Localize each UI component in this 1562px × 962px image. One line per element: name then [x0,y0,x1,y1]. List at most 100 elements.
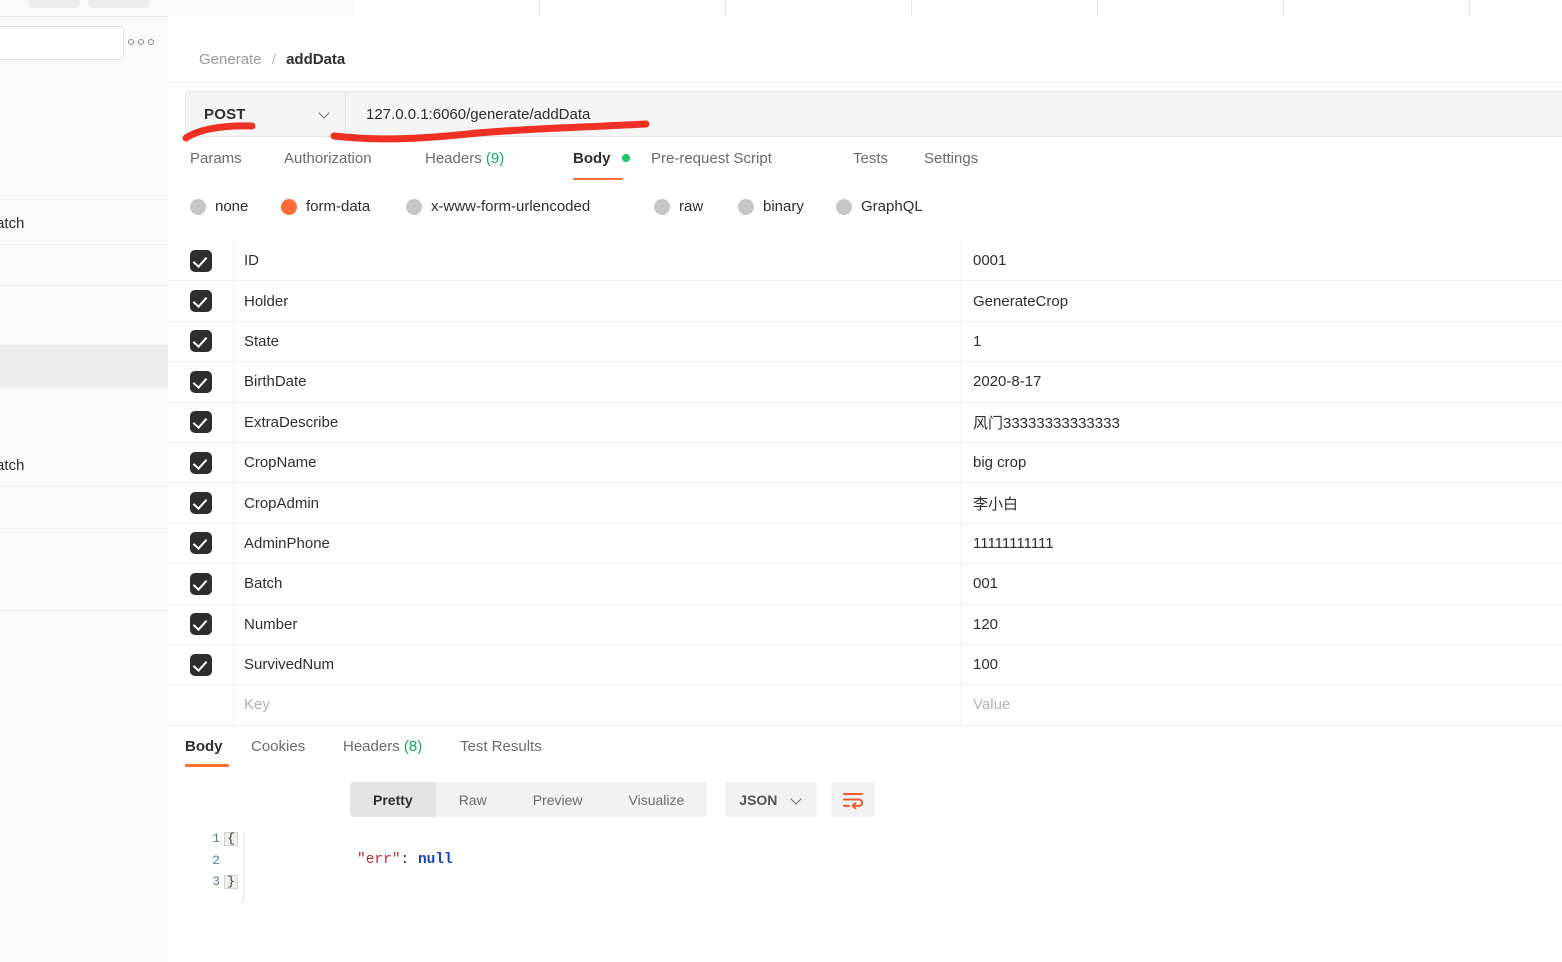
response-tab-cookies[interactable]: Cookies [251,738,305,755]
value-input[interactable]: 1 [961,322,1562,361]
sidebar-list-item[interactable]: Batch [0,444,168,486]
checkbox-checked-icon [189,653,212,676]
row-enabled-checkbox[interactable] [168,483,234,523]
active-tab-indicator [573,178,623,180]
table-row[interactable]: ID 0001 [168,241,1562,282]
tab-tests[interactable]: Tests [853,150,888,167]
key-input[interactable]: ExtraDescribe [234,402,961,442]
row-enabled-checkbox[interactable] [168,604,234,644]
table-row[interactable]: BirthDate 2020-8-17 [168,362,1562,403]
chevron-down-icon [791,794,803,806]
row-enabled-checkbox-placeholder [168,685,234,725]
table-row[interactable]: CropName big crop [168,442,1562,484]
table-row[interactable]: AdminPhone 11111111111 [168,523,1562,565]
value-input[interactable]: 李小白 [961,483,1562,522]
value-input[interactable]: 11111111111 [961,524,1562,563]
open-request-tab[interactable] [1098,0,1284,16]
view-pretty-button[interactable]: Pretty [350,782,436,817]
row-enabled-checkbox[interactable] [168,523,234,564]
row-enabled-checkbox[interactable] [168,402,234,442]
value-input[interactable]: 100 [961,645,1562,684]
sidebar-search-input[interactable] [0,26,124,60]
response-body-viewer[interactable]: 1 { 2 "err": null 3 } [180,828,1562,908]
view-raw-button[interactable]: Raw [436,782,510,817]
value-input[interactable]: 风门33333333333333 [961,403,1562,442]
more-horizontal-icon[interactable] [128,36,154,48]
response-tab-body[interactable]: Body [185,738,223,755]
key-input[interactable]: BirthDate [234,362,961,402]
response-tab-test-results[interactable]: Test Results [460,738,542,755]
table-row[interactable]: ExtraDescribe 风门33333333333333 [168,402,1562,443]
value-input[interactable]: 2020-8-17 [961,362,1562,401]
table-row[interactable]: Batch 001 [168,564,1562,605]
divider [0,486,168,487]
line-number: 3 [212,874,220,890]
key-input[interactable]: AdminPhone [234,523,961,564]
open-request-tab[interactable] [1470,0,1562,16]
radio-raw[interactable]: raw [654,198,703,215]
tab-pre-request-script[interactable]: Pre-request Script [651,150,772,167]
code-fold-marker[interactable]: { [220,831,242,846]
open-request-tab[interactable] [540,0,726,16]
view-preview-button[interactable]: Preview [510,782,606,817]
value-input-placeholder[interactable]: Value [961,685,1562,724]
key-input[interactable]: CropName [234,442,961,483]
open-request-tab[interactable] [726,0,912,16]
key-input[interactable]: ID [234,241,961,281]
value-input[interactable]: 0001 [961,241,1562,280]
view-visualize-button[interactable]: Visualize [606,782,708,817]
http-method-selector[interactable]: POST [186,92,346,136]
sidebar-item-label: Batch [0,214,25,232]
value-input[interactable]: big crop [961,443,1562,482]
response-tab-headers[interactable]: Headers (8) [343,738,422,755]
row-enabled-checkbox[interactable] [168,362,234,402]
divider [0,610,168,611]
divider [0,244,168,245]
sidebar-list-item[interactable]: Batch [0,202,168,244]
row-enabled-checkbox[interactable] [168,644,234,685]
table-row[interactable]: Holder GenerateCrop [168,281,1562,322]
value-input[interactable]: 120 [961,605,1562,644]
table-row[interactable]: State 1 [168,321,1562,363]
value-input[interactable]: GenerateCrop [961,281,1562,320]
value-input[interactable]: 001 [961,564,1562,603]
sidebar-tab-chip[interactable] [88,0,150,8]
radio-form-data[interactable]: form-data [281,198,370,215]
word-wrap-button[interactable] [831,782,876,817]
radio-binary[interactable]: binary [738,198,804,215]
code-fold-marker[interactable]: } [220,874,242,889]
row-enabled-checkbox[interactable] [168,564,234,604]
row-enabled-checkbox[interactable] [168,241,234,281]
table-row[interactable]: Number 120 [168,604,1562,645]
key-input[interactable]: State [234,321,961,362]
response-format-selector[interactable]: JSON [725,782,818,817]
table-row[interactable]: CropAdmin 李小白 [168,483,1562,524]
sidebar-tab-chip[interactable] [28,0,80,8]
open-request-tab[interactable] [354,0,540,16]
tab-headers[interactable]: Headers (9) [425,150,504,167]
open-request-tab[interactable] [1284,0,1470,16]
url-input[interactable]: 127.0.0.1:6060/generate/addData [346,106,1562,123]
row-enabled-checkbox[interactable] [168,442,234,483]
key-input-placeholder[interactable]: Key [234,685,961,725]
tab-params[interactable]: Params [190,150,242,167]
tab-settings[interactable]: Settings [924,150,978,167]
table-row[interactable]: SurvivedNum 100 [168,644,1562,686]
key-input[interactable]: SurvivedNum [234,644,961,685]
tab-authorization[interactable]: Authorization [284,150,372,167]
radio-graphql[interactable]: GraphQL [836,198,923,215]
breadcrumb-collection[interactable]: Generate [199,51,262,68]
radio-x-www-form-urlencoded[interactable]: x-www-form-urlencoded [406,198,590,215]
row-enabled-checkbox[interactable] [168,281,234,321]
key-input[interactable]: CropAdmin [234,483,961,523]
row-enabled-checkbox[interactable] [168,321,234,362]
sidebar-list-item-highlighted[interactable] [0,345,168,387]
radio-icon [738,198,754,215]
radio-none[interactable]: none [190,198,248,215]
open-request-tab[interactable] [912,0,1098,16]
key-input[interactable]: Batch [234,564,961,604]
key-input[interactable]: Number [234,604,961,644]
key-input[interactable]: Holder [234,281,961,321]
tab-body[interactable]: Body [573,150,630,167]
table-row-empty[interactable]: Key Value [168,685,1562,726]
